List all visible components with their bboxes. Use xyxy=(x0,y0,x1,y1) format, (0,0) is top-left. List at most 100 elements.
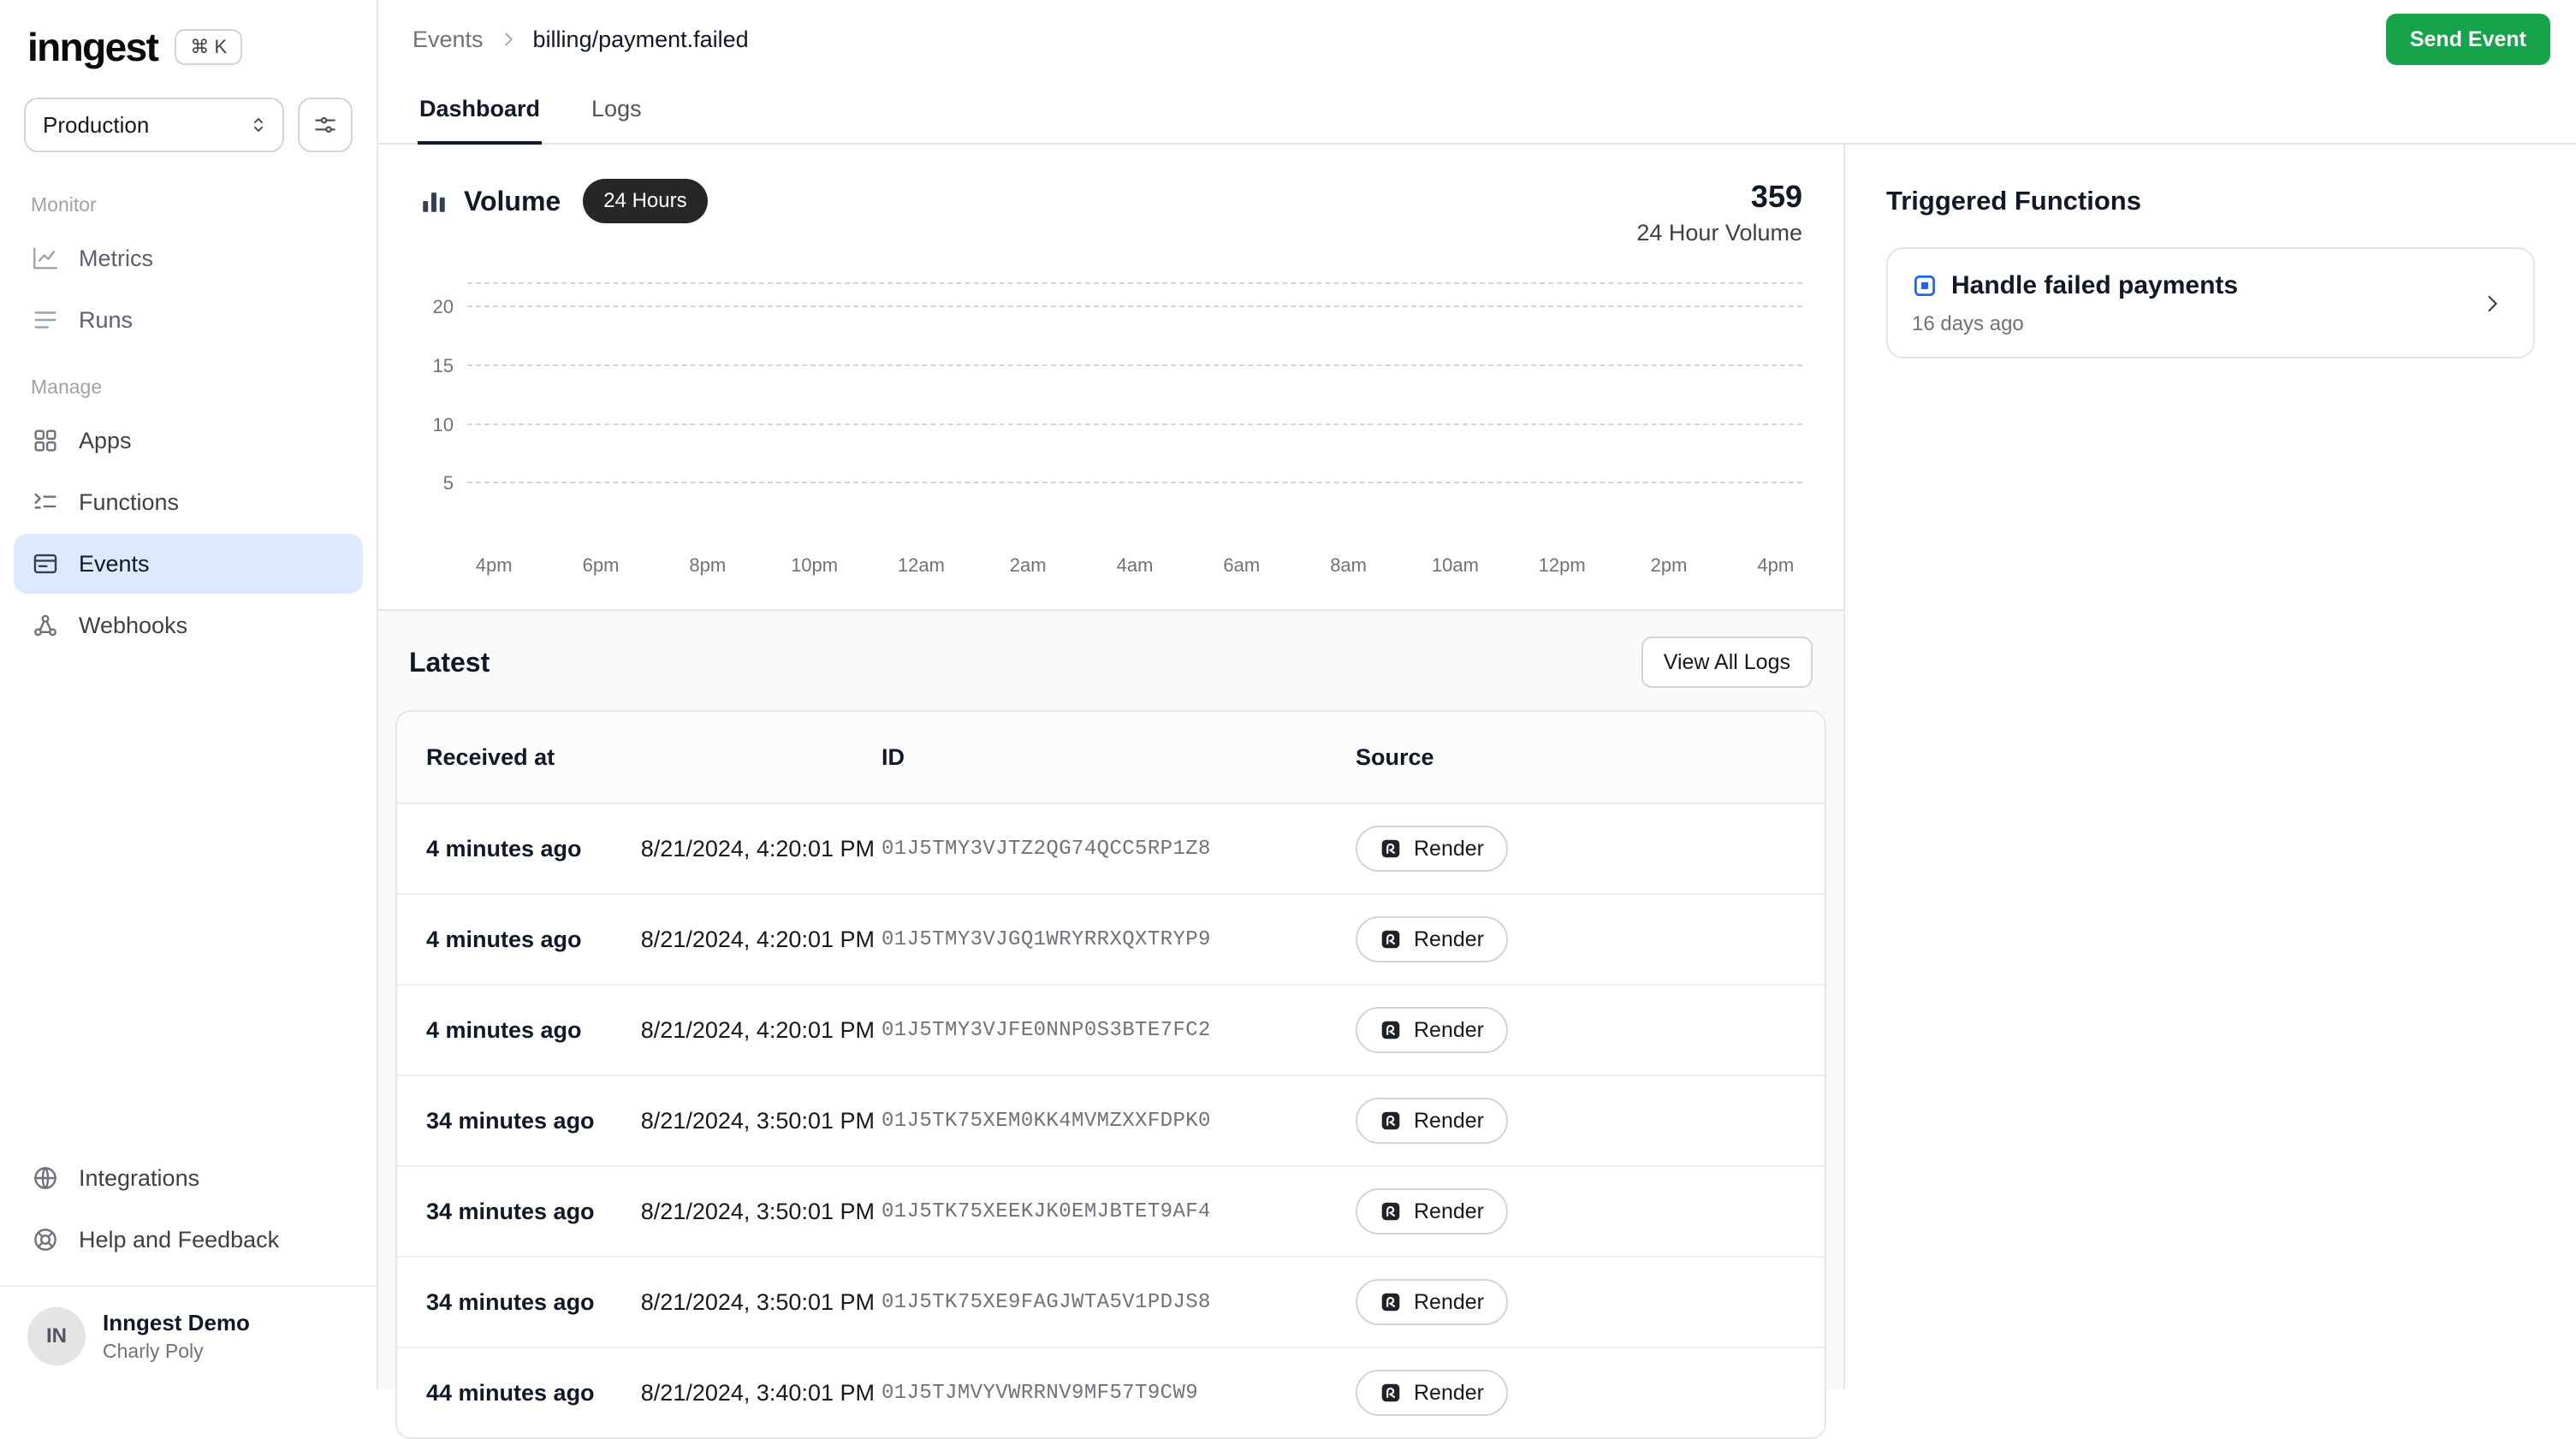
sidebar-section-label-manage: Manage xyxy=(0,352,377,409)
event-row[interactable]: 34 minutes ago8/21/2024, 3:50:01 PM01J5T… xyxy=(397,1165,1825,1256)
command-k-shortcut: ⌘ K xyxy=(175,29,242,65)
sidebar-item-integrations[interactable]: Integrations xyxy=(14,1148,363,1208)
source-button[interactable]: Render xyxy=(1356,826,1508,872)
x-tick-label: 6pm xyxy=(583,554,620,577)
source-cell: Render xyxy=(1356,916,1825,962)
x-tick-label: 2am xyxy=(1010,554,1047,577)
events-table: Received atIDSource4 minutes ago8/21/202… xyxy=(395,710,1826,1439)
sidebar-item-label: Metrics xyxy=(79,246,153,272)
chevron-updown-icon xyxy=(246,113,270,137)
source-button[interactable]: Render xyxy=(1356,1188,1508,1235)
column-header-received-at: Received at xyxy=(426,744,881,771)
x-tick-label: 8pm xyxy=(689,554,726,577)
chevron-right-icon xyxy=(2478,290,2506,317)
send-event-button[interactable]: Send Event xyxy=(2386,14,2550,65)
sidebar-item-label: Runs xyxy=(79,307,133,334)
received-at-cell: 34 minutes ago8/21/2024, 3:50:01 PM xyxy=(426,1289,881,1316)
received-at-cell: 34 minutes ago8/21/2024, 3:50:01 PM xyxy=(426,1108,881,1134)
view-all-logs-button[interactable]: View All Logs xyxy=(1641,637,1813,688)
time-range-badge[interactable]: 24 Hours xyxy=(583,179,707,223)
render-icon xyxy=(1380,1110,1402,1132)
sidebar-footer-nav: IntegrationsHelp and Feedback xyxy=(0,1146,377,1271)
main-area: Events billing/payment.failed Send Event… xyxy=(378,0,2576,1389)
received-at-cell: 44 minutes ago8/21/2024, 3:40:01 PM xyxy=(426,1380,881,1406)
source-button[interactable]: Render xyxy=(1356,1007,1508,1053)
chart-title: Volume xyxy=(464,186,561,217)
event-row[interactable]: 4 minutes ago8/21/2024, 4:20:01 PM01J5TM… xyxy=(397,802,1825,893)
function-time: 16 days ago xyxy=(1912,312,2238,336)
source-label: Render xyxy=(1414,1290,1484,1315)
sidebar-item-label: Webhooks xyxy=(79,613,187,639)
y-tick-label: 10 xyxy=(419,416,454,435)
tab-dashboard[interactable]: Dashboard xyxy=(418,79,542,145)
latest-section: Latest View All Logs Received atIDSource… xyxy=(378,611,1843,1389)
user-menu[interactable]: IN Inngest Demo Charly Poly xyxy=(0,1285,377,1389)
environment-selector[interactable]: Production xyxy=(24,98,284,152)
sidebar-item-apps[interactable]: Apps xyxy=(14,411,363,471)
function-icon xyxy=(1912,273,1938,299)
event-row[interactable]: 4 minutes ago8/21/2024, 4:20:01 PM01J5TM… xyxy=(397,984,1825,1075)
source-label: Render xyxy=(1414,927,1484,952)
event-row[interactable]: 34 minutes ago8/21/2024, 3:50:01 PM01J5T… xyxy=(397,1075,1825,1165)
x-tick-label: 10am xyxy=(1432,554,1479,577)
metrics-icon xyxy=(31,244,60,273)
help-icon xyxy=(31,1225,60,1254)
sidebar-item-functions[interactable]: Functions xyxy=(14,472,363,532)
event-row[interactable]: 4 minutes ago8/21/2024, 4:20:01 PM01J5TM… xyxy=(397,893,1825,984)
source-cell: Render xyxy=(1356,1007,1825,1053)
bars xyxy=(467,284,1802,542)
sidebar-item-label: Apps xyxy=(79,428,132,454)
sidebar-spacer xyxy=(0,657,377,1146)
sidebar-item-label: Events xyxy=(79,551,150,577)
sidebar-item-metrics[interactable]: Metrics xyxy=(14,228,363,288)
sidebar: inngest ⌘ K Production MonitorMetricsRun… xyxy=(0,0,378,1389)
content-main: Volume 24 Hours 359 24 Hour Volume 51015… xyxy=(378,145,1845,1389)
function-card[interactable]: Handle failed payments 16 days ago xyxy=(1886,247,2535,358)
source-cell: Render xyxy=(1356,1098,1825,1144)
sidebar-item-webhooks[interactable]: Webhooks xyxy=(14,595,363,655)
chart-header: Volume 24 Hours 359 24 Hour Volume xyxy=(419,179,1802,246)
render-icon xyxy=(1380,1291,1402,1313)
sidebar-item-runs[interactable]: Runs xyxy=(14,290,363,350)
functions-icon xyxy=(31,488,60,517)
logo-row: inngest ⌘ K xyxy=(0,0,377,91)
received-absolute: 8/21/2024, 3:50:01 PM xyxy=(641,1199,875,1225)
source-label: Render xyxy=(1414,1199,1484,1224)
function-name: Handle failed payments xyxy=(1951,271,2238,300)
latest-header: Latest View All Logs xyxy=(395,611,1826,710)
y-tick-label: 20 xyxy=(419,298,454,317)
sidebar-item-events[interactable]: Events xyxy=(14,534,363,594)
source-button[interactable]: Render xyxy=(1356,1370,1508,1416)
event-id: 01J5TMY3VJFE0NNP0S3BTE7FC2 xyxy=(881,1019,1356,1042)
volume-chart-section: Volume 24 Hours 359 24 Hour Volume 51015… xyxy=(378,145,1843,611)
source-button[interactable]: Render xyxy=(1356,916,1508,962)
received-at-cell: 4 minutes ago8/21/2024, 4:20:01 PM xyxy=(426,836,881,862)
x-tick-label: 12am xyxy=(898,554,945,577)
source-button[interactable]: Render xyxy=(1356,1279,1508,1325)
content-row: Volume 24 Hours 359 24 Hour Volume 51015… xyxy=(378,145,2576,1389)
x-tick-label: 4pm xyxy=(476,554,513,577)
breadcrumb-events[interactable]: Events xyxy=(413,27,484,53)
event-id: 01J5TMY3VJGQ1WRYRRXQXTRYP9 xyxy=(881,928,1356,951)
event-id: 01J5TK75XEM0KK4MVMZXXFDPK0 xyxy=(881,1110,1356,1133)
tab-logs[interactable]: Logs xyxy=(590,79,644,145)
source-label: Render xyxy=(1414,1109,1484,1134)
event-row[interactable]: 34 minutes ago8/21/2024, 3:50:01 PM01J5T… xyxy=(397,1256,1825,1347)
received-relative: 4 minutes ago xyxy=(426,927,582,953)
received-absolute: 8/21/2024, 3:50:01 PM xyxy=(641,1108,875,1134)
sidebar-item-label: Functions xyxy=(79,489,179,516)
render-icon xyxy=(1380,928,1402,950)
source-button[interactable]: Render xyxy=(1356,1098,1508,1144)
avatar: IN xyxy=(27,1307,86,1365)
received-relative: 4 minutes ago xyxy=(426,836,582,862)
chart-plot: 5101520 xyxy=(467,284,1802,542)
event-id: 01J5TJMVYVWRRNV9MF57T9CW9 xyxy=(881,1382,1356,1405)
volume-total-label: 24 Hour Volume xyxy=(1636,220,1802,246)
x-tick-label: 2pm xyxy=(1651,554,1688,577)
x-tick-label: 4pm xyxy=(1757,554,1794,577)
environment-settings-button[interactable] xyxy=(298,98,353,152)
event-row[interactable]: 44 minutes ago8/21/2024, 3:40:01 PM01J5T… xyxy=(397,1347,1825,1437)
source-label: Render xyxy=(1414,1381,1484,1406)
sidebar-item-help-and-feedback[interactable]: Help and Feedback xyxy=(14,1210,363,1270)
y-tick-label: 5 xyxy=(419,474,454,493)
